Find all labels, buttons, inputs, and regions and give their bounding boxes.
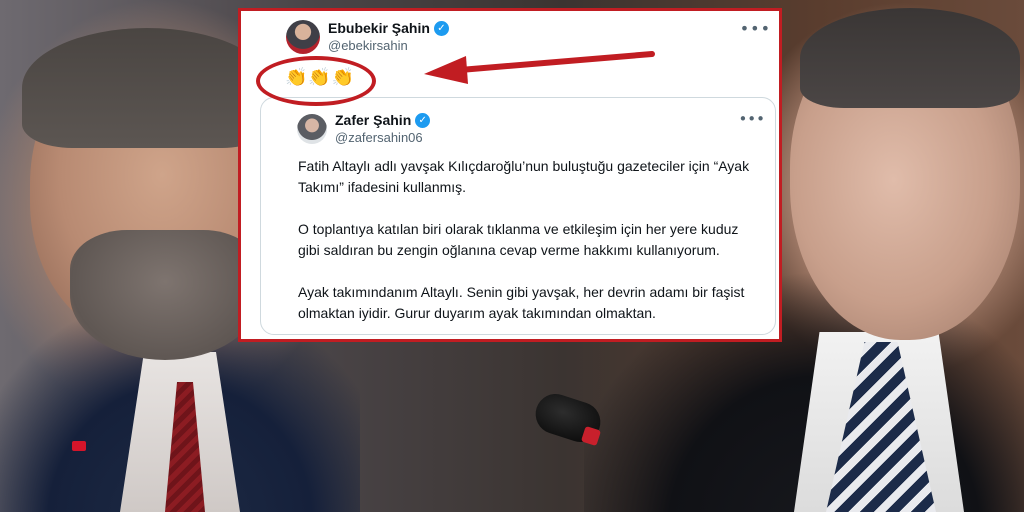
flag-pin-icon [72, 441, 86, 451]
quoted-paragraph: O toplantıya katılan biri olarak tıklanm… [298, 221, 739, 258]
quoted-author-names: Zafer Şahin ✓ @zafersahin06 [335, 112, 431, 146]
author-avatar[interactable] [286, 20, 320, 54]
quoted-author-name[interactable]: Zafer Şahin [335, 112, 411, 129]
quoted-author-handle[interactable]: @zafersahin06 [335, 129, 430, 146]
red-arrow-icon [424, 51, 655, 84]
quoted-tweet-text: Fatih Altaylı adlı yavşak Kılıçdaroğlu’n… [298, 156, 758, 345]
quoted-paragraph: Fatih Altaylı adlı yavşak Kılıçdaroğlu’n… [298, 158, 750, 195]
left-person-hair [22, 28, 272, 148]
quoted-paragraph: Ayak takımındanım Altaylı. Senin gibi ya… [298, 284, 745, 321]
highlight-circle [256, 56, 376, 106]
author-name[interactable]: Ebubekir Şahin [328, 20, 430, 37]
left-person-beard [70, 230, 260, 360]
quoted-author-avatar[interactable] [297, 114, 327, 144]
right-person-hair [800, 8, 1020, 108]
verified-badge-icon: ✓ [415, 113, 431, 128]
quoted-tweet[interactable]: Zafer Şahin ✓ @zafersahin06 ••• Fatih Al… [260, 97, 776, 335]
more-dots-icon[interactable]: ••• [740, 19, 771, 38]
verified-badge-icon: ✓ [433, 21, 449, 36]
quoted-tweet-header: Zafer Şahin ✓ @zafersahin06 [297, 112, 431, 146]
more-dots-icon[interactable]: ••• [738, 110, 765, 128]
